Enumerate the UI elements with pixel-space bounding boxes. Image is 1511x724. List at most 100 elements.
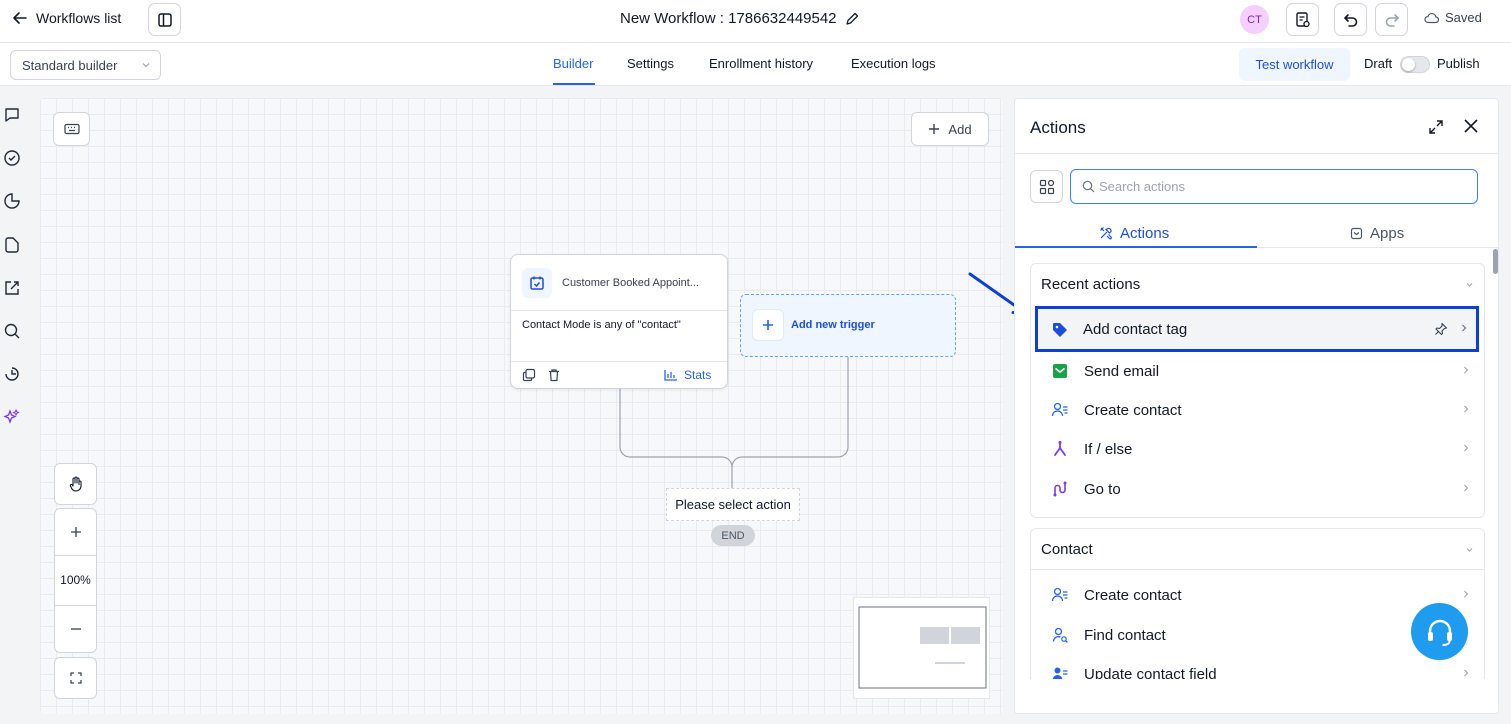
undo-button[interactable]: [1334, 3, 1367, 36]
file-icon[interactable]: [3, 236, 21, 254]
chevron-right-icon: [1462, 404, 1470, 414]
plus-icon: [752, 309, 784, 341]
test-workflow-button[interactable]: Test workflow: [1239, 48, 1350, 81]
bar-chart-icon: [664, 369, 678, 381]
chevron-right-icon: [1462, 668, 1470, 678]
avatar[interactable]: CT: [1240, 5, 1269, 34]
chevron-down-icon[interactable]: [1465, 545, 1474, 554]
tab-builder[interactable]: Builder: [553, 56, 593, 71]
arrow-left-icon: [12, 10, 28, 26]
external-link-icon[interactable]: [3, 279, 21, 297]
sidebar-panel-icon: [157, 12, 173, 28]
workflow-canvas[interactable]: Add Customer Booked Appoint... Contact M…: [40, 98, 1003, 714]
panel-scrollbar[interactable]: [1493, 249, 1498, 274]
back-to-workflows-link[interactable]: Workflows list: [12, 10, 121, 26]
stats-button[interactable]: Stats: [664, 368, 711, 382]
tab-execution-logs[interactable]: Execution logs: [851, 56, 936, 71]
zoom-out-button[interactable]: [55, 606, 96, 652]
action-label: Add contact tag: [1083, 321, 1188, 338]
chevron-right-icon: [1460, 323, 1468, 333]
toggle-sidebar-button[interactable]: [148, 3, 181, 36]
user-list-icon: [1049, 584, 1071, 606]
chevron-right-icon: [1462, 483, 1470, 493]
workflow-title-text: New Workflow : 1786632449542: [620, 10, 837, 27]
panel-footer: [1015, 679, 1498, 713]
minimap[interactable]: [853, 597, 990, 699]
check-circle-icon[interactable]: [3, 149, 21, 167]
tab-actions[interactable]: Actions: [1099, 219, 1169, 247]
search-icon: [1082, 180, 1095, 193]
redo-button[interactable]: [1375, 3, 1408, 36]
chevron-down-icon: [141, 60, 151, 70]
back-label: Workflows list: [36, 10, 122, 26]
action-label: Find contact: [1084, 627, 1166, 644]
action-label: Create contact: [1084, 402, 1182, 419]
tab-settings[interactable]: Settings: [627, 56, 674, 71]
trigger-title: Customer Booked Appoint...: [562, 277, 699, 289]
select-action-node[interactable]: Please select action: [666, 488, 800, 521]
version-history-button[interactable]: [1286, 3, 1319, 36]
minimap-preview: [858, 606, 987, 689]
end-node: END: [711, 525, 755, 546]
tag-icon: [1049, 319, 1071, 341]
action-item-go-to[interactable]: Go to: [1037, 471, 1478, 507]
pan-tool-button[interactable]: [54, 463, 97, 505]
zoom-controls: 100%: [54, 508, 97, 653]
search-actions-input[interactable]: [1099, 170, 1469, 202]
section-title: Recent actions: [1041, 276, 1141, 293]
search-icon[interactable]: [3, 322, 21, 340]
fit-view-button[interactable]: [54, 657, 97, 699]
action-item-add-contact-tag[interactable]: Add contact tag: [1035, 306, 1479, 352]
action-item-create-contact[interactable]: Create contact: [1037, 577, 1478, 613]
divider: [511, 361, 727, 362]
chevron-right-icon: [1462, 365, 1470, 375]
active-tab-indicator: [553, 83, 595, 85]
divider: [511, 310, 727, 311]
action-item-send-email[interactable]: Send email: [1037, 353, 1478, 389]
chat-icon[interactable]: [3, 106, 21, 124]
stats-label: Stats: [684, 368, 712, 382]
left-rail: [0, 86, 24, 724]
divider: [1031, 569, 1484, 570]
zoom-in-button[interactable]: [55, 509, 96, 555]
action-item-create-contact[interactable]: Create contact: [1037, 392, 1478, 428]
draft-label: Draft: [1364, 56, 1393, 71]
history-icon[interactable]: [3, 365, 21, 383]
support-chat-button[interactable]: [1411, 603, 1468, 660]
action-item-if-else[interactable]: If / else: [1037, 431, 1478, 467]
action-label: If / else: [1084, 441, 1133, 458]
copy-icon[interactable]: [522, 368, 536, 382]
trash-icon[interactable]: [547, 368, 561, 382]
view-toggle-button[interactable]: [1030, 170, 1063, 203]
redo-icon: [1384, 12, 1400, 28]
branch-icon: [1049, 438, 1071, 460]
headset-icon: [1423, 615, 1457, 649]
email-icon: [1049, 360, 1071, 382]
publish-toggle[interactable]: [1400, 56, 1430, 73]
builder-type-value: Standard builder: [22, 57, 118, 73]
tab-apps[interactable]: Apps: [1350, 219, 1404, 247]
zoom-level: 100%: [60, 573, 91, 587]
panel-title: Actions: [1030, 118, 1086, 137]
chevron-right-icon: [1462, 443, 1470, 453]
trigger-condition: Contact Mode is any of "contact": [522, 319, 681, 331]
add-new-trigger-node[interactable]: Add new trigger: [740, 294, 956, 357]
pin-icon[interactable]: [1434, 322, 1448, 336]
workflow-title[interactable]: New Workflow : 1786632449542: [620, 10, 859, 27]
sub-bar: Standard builder Builder Settings Enroll…: [0, 43, 1511, 86]
pie-chart-icon[interactable]: [3, 192, 21, 210]
undo-icon: [1343, 12, 1359, 28]
chevron-down-icon[interactable]: [1465, 280, 1474, 289]
trigger-node[interactable]: Customer Booked Appoint... Contact Mode …: [510, 254, 728, 389]
expand-icon: [69, 672, 82, 684]
active-tab-indicator: [1015, 246, 1257, 248]
add-trigger-label: Add new trigger: [791, 319, 875, 331]
tab-enrollment-history[interactable]: Enrollment history: [709, 56, 813, 71]
user-list-icon: [1049, 399, 1071, 421]
expand-panel-icon[interactable]: [1427, 118, 1445, 136]
sparkles-icon[interactable]: [3, 408, 21, 426]
builder-type-select[interactable]: Standard builder: [10, 50, 161, 80]
pencil-icon[interactable]: [845, 12, 859, 26]
close-icon[interactable]: [1463, 118, 1479, 134]
recent-actions-section: Recent actions Add contact tag Send emai…: [1030, 263, 1485, 518]
